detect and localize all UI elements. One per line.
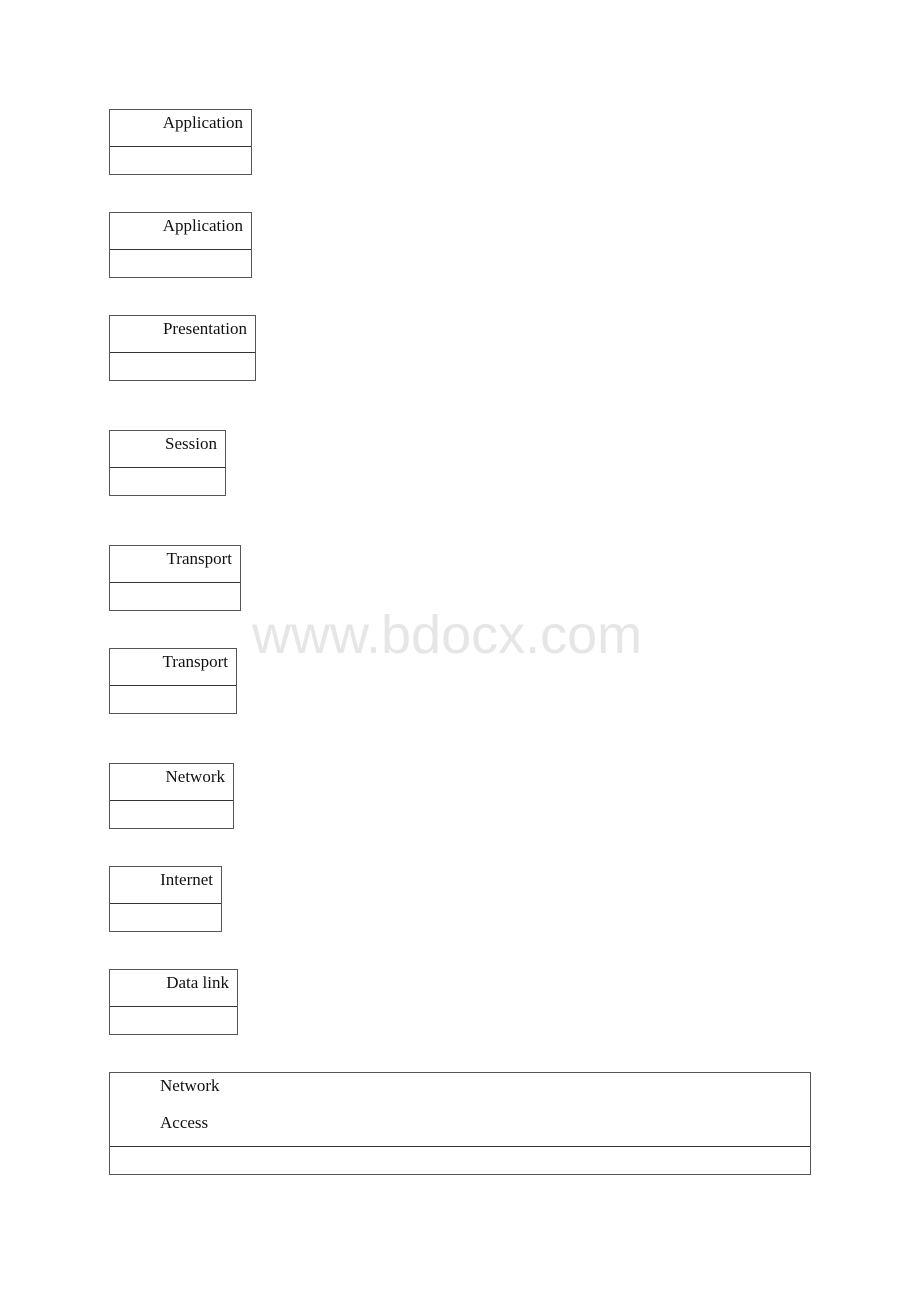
layer-box-network: Network <box>109 763 234 829</box>
layer-label: Data link <box>166 973 229 992</box>
layer-content-cell <box>110 686 236 713</box>
layer-content-cell <box>110 147 251 174</box>
layer-content-cell <box>110 250 251 277</box>
layer-label-line2: Access <box>160 1113 209 1132</box>
layer-label: Presentation <box>162 319 247 338</box>
layer-content-cell <box>110 1147 810 1174</box>
layer-label: Session <box>165 434 217 453</box>
layer-box-presentation: Presentation <box>109 315 256 381</box>
layer-label: Application <box>162 113 243 132</box>
layer-label: Network <box>165 767 225 786</box>
watermark: www.bdocx.com <box>252 605 643 665</box>
layer-box-data-link: Data link <box>109 969 238 1035</box>
layer-content-cell <box>110 353 255 380</box>
layer-box-application-2: Application <box>109 212 252 278</box>
layer-label: Transport <box>166 549 233 568</box>
layer-content-cell <box>110 1007 237 1034</box>
layer-content-cell <box>110 801 233 828</box>
layer-label: Internet <box>160 870 213 889</box>
layer-box-session: Session <box>109 430 226 496</box>
layer-label: Application <box>162 216 243 235</box>
layer-content-cell <box>110 904 221 931</box>
layer-box-transport-2: Transport <box>109 648 237 714</box>
layer-box-network-access: Network Access <box>109 1072 811 1175</box>
layer-content-cell <box>110 468 225 495</box>
layer-box-transport-1: Transport <box>109 545 241 611</box>
layer-content-cell <box>110 583 240 610</box>
layer-label: Transport <box>162 652 229 671</box>
layer-box-application-1: Application <box>109 109 252 175</box>
layer-label-line1: Network <box>160 1076 220 1095</box>
layer-box-internet: Internet <box>109 866 222 932</box>
